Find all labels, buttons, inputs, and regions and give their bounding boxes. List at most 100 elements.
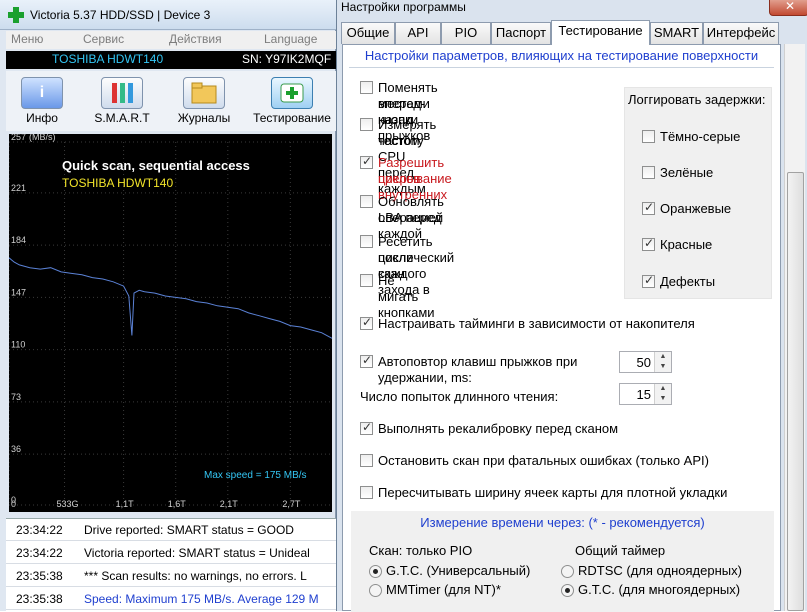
- option-checkbox[interactable]: [360, 235, 373, 248]
- recalibrate-label: Выполнять рекалибровку перед сканом: [378, 421, 619, 436]
- spin-up-icon[interactable]: ▲: [654, 352, 671, 362]
- option-checkbox[interactable]: [360, 118, 373, 131]
- event-log[interactable]: 23:34:22 Drive reported: SMART status = G…: [6, 518, 336, 611]
- log-text: Drive reported: SMART status = GOOD: [84, 523, 294, 537]
- test-tubes-icon: [101, 77, 143, 109]
- menu-item-language[interactable]: Language: [264, 32, 317, 46]
- log-delay-checkbox[interactable]: [642, 130, 655, 143]
- log-time: 23:34:22: [16, 523, 63, 537]
- journals-label: Журналы: [177, 111, 231, 125]
- timings-checkbox[interactable]: [360, 315, 373, 330]
- settings-dialog: Настройки программы ✕ Общие API PIO Паспорт…: [336, 0, 807, 612]
- smart-button[interactable]: S.M.A.R.T: [88, 74, 156, 128]
- drive-serial: SN: Y97IK2MQF: [242, 52, 332, 66]
- main-window-title: Victoria 5.37 HDD/SSD | Device 3: [30, 8, 211, 22]
- dialog-close-button[interactable]: ✕: [769, 0, 807, 16]
- common-timer-title: Общий таймер: [575, 543, 666, 558]
- log-delay-checkbox[interactable]: [642, 273, 655, 288]
- log-delays-title: Логгировать задержки:: [628, 92, 766, 107]
- y-tick-label: 221: [11, 183, 26, 193]
- recalibrate-checkbox[interactable]: [360, 420, 373, 435]
- speed-graph: 25722118414711073360(MB/s)0 533G 1,1T 1,6T 2…: [9, 134, 332, 509]
- spin-down-icon[interactable]: ▼: [654, 394, 671, 404]
- stop-scan-label: Остановить скан при фатальных ошибках (т…: [378, 453, 709, 468]
- log-row: 23:34:22 Victoria reported: SMART status …: [6, 542, 336, 564]
- y-tick-label: 257: [11, 134, 26, 142]
- tab-0[interactable]: Общие: [341, 22, 395, 44]
- speed-series-line: [9, 257, 332, 339]
- log-delay-label: Зелёные: [660, 165, 714, 180]
- option-checkbox[interactable]: [360, 81, 373, 94]
- option-checkbox[interactable]: [360, 154, 373, 169]
- timer-radio-label: RDTSC (для одноядерных): [578, 563, 742, 578]
- tab-4[interactable]: Тестирование: [551, 20, 650, 45]
- timer-radio[interactable]: [561, 584, 574, 597]
- y-tick-label: 73: [11, 392, 21, 402]
- y-tick-label: 36: [11, 444, 21, 454]
- dialog-scrollbar[interactable]: [784, 44, 805, 611]
- recalc-width-checkbox[interactable]: [360, 486, 373, 499]
- menu-item-actions[interactable]: Действия: [169, 32, 222, 46]
- menu-item-service[interactable]: Сервис: [83, 32, 124, 46]
- timer-radio[interactable]: [369, 565, 382, 578]
- log-delay-checkbox[interactable]: [642, 200, 655, 215]
- section-header: Настройки параметров, влияющих на тестир…: [364, 48, 759, 63]
- first-aid-icon: [271, 77, 313, 109]
- timer-radio[interactable]: [369, 584, 382, 597]
- info-icon: i: [21, 77, 63, 109]
- testing-settings-panel: Настройки параметров, влияющих на тестир…: [342, 44, 781, 612]
- tab-3[interactable]: Паспорт: [491, 22, 551, 44]
- log-delay-label: Дефекты: [660, 274, 716, 289]
- tab-5[interactable]: SMART: [650, 22, 703, 44]
- stop-scan-checkbox[interactable]: [360, 454, 373, 467]
- testing-label: Тестирование: [253, 111, 331, 125]
- header-divider: [349, 67, 774, 68]
- timings-label: Настраивать тайминги в зависимости от на…: [378, 316, 695, 331]
- spin-down-icon[interactable]: ▼: [654, 362, 671, 372]
- testing-button[interactable]: Тестирование: [250, 74, 334, 128]
- long-read-spinner[interactable]: 15 ▲ ▼: [619, 383, 672, 405]
- drive-bar: TOSHIBA HDWT140 SN: Y97IK2MQF: [6, 51, 336, 69]
- tab-1[interactable]: API: [395, 22, 441, 44]
- scan-pio-title: Скан: только PIO: [369, 543, 473, 558]
- max-speed-label: Max speed = 175 MB/s: [204, 470, 307, 481]
- drive-model: TOSHIBA HDWT140: [52, 52, 164, 66]
- scrollbar-thumb[interactable]: [787, 172, 804, 611]
- menu-item-menu[interactable]: Меню: [11, 32, 43, 46]
- tab-6[interactable]: Интерфейс: [703, 22, 779, 44]
- x-tick-label: 533G: [57, 499, 79, 509]
- log-time: 23:35:38: [16, 592, 63, 606]
- main-titlebar[interactable]: Victoria 5.37 HDD/SSD | Device 3: [0, 0, 336, 30]
- log-delay-checkbox[interactable]: [642, 236, 655, 251]
- timer-radio-label: G.T.C. (для многоядерных): [578, 582, 741, 597]
- option-label-line2: циклов: [378, 171, 421, 186]
- option-label-line2: операцией: [378, 210, 444, 225]
- victoria-cross-icon: [8, 7, 24, 23]
- log-delay-label: Красные: [660, 237, 713, 252]
- log-delay-label: Тёмно-серые: [660, 129, 741, 144]
- log-delay-checkbox[interactable]: [642, 166, 655, 179]
- scan-title: Quick scan, sequential access: [62, 158, 250, 173]
- spin-up-icon[interactable]: ▲: [654, 384, 671, 394]
- x-tick-label: 2,7T: [282, 499, 301, 509]
- smart-label: S.M.A.R.T: [94, 111, 150, 125]
- info-label: Инфо: [26, 111, 58, 125]
- autorepeat-checkbox[interactable]: [360, 353, 373, 368]
- menu-bar: Меню Сервис Действия Language: [6, 31, 336, 49]
- autorepeat-label-line2: удержании, ms:: [378, 370, 472, 385]
- log-row: 23:35:38 Speed: Maximum 175 MB/s. Average…: [6, 588, 336, 610]
- option-checkbox[interactable]: [360, 274, 373, 287]
- option-checkbox[interactable]: [360, 195, 373, 208]
- y-tick-label: 184: [11, 235, 26, 245]
- autorepeat-spinner[interactable]: 50 ▲ ▼: [619, 351, 672, 373]
- close-icon: ✕: [785, 0, 796, 13]
- info-button[interactable]: i Инфо: [8, 74, 76, 128]
- tab-2[interactable]: PIO: [441, 22, 491, 44]
- long-read-label: Число попыток длинного чтения:: [360, 389, 559, 404]
- journals-button[interactable]: Журналы: [170, 74, 238, 128]
- scan-speed-chart: 257 221 184 147 110 73 36 0 (MB/s) 0 533G 1,1T 1,6T 2…: [9, 134, 332, 512]
- timing-section: Измерение времени через: (* - рекомендуе…: [351, 511, 774, 612]
- main-window: Victoria 5.37 HDD/SSD | Device 3 Меню Се…: [0, 0, 336, 611]
- timer-radio[interactable]: [561, 565, 574, 578]
- y-tick-label: 147: [11, 287, 26, 297]
